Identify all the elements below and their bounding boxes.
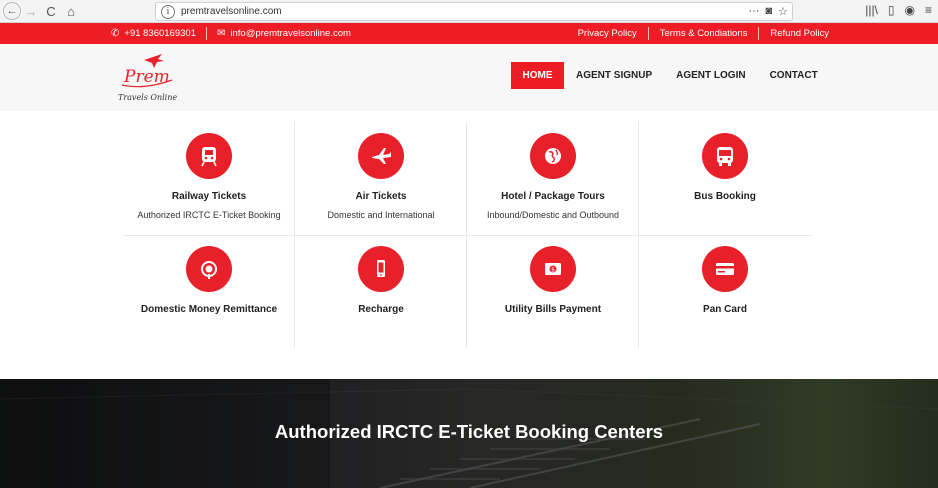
nav-agent-signup[interactable]: AGENT SIGNUP — [564, 62, 664, 89]
svg-text:$: $ — [551, 267, 555, 274]
service-subtitle: Domestic and International — [327, 210, 435, 220]
main-nav: HOME AGENT SIGNUP AGENT LOGIN CONTACT — [511, 62, 830, 89]
service-title: Railway Tickets — [171, 191, 247, 202]
banner-title: Authorized IRCTC E-Ticket Booking Center… — [274, 421, 664, 442]
bookmark-star-icon[interactable]: ☆ — [778, 5, 788, 18]
nav-contact[interactable]: CONTACT — [758, 62, 830, 89]
mail-icon: ✉ — [216, 28, 226, 39]
service-subtitle: Authorized IRCTC E-Ticket Booking — [137, 210, 281, 220]
pocket-icon[interactable]: ◙ — [765, 5, 772, 18]
service-bus-booking[interactable]: Bus Booking — [639, 122, 811, 235]
service-air-tickets[interactable]: Air Tickets Domestic and International — [295, 122, 467, 235]
url-text[interactable]: premtravelsonline.com — [181, 6, 282, 17]
address-bar[interactable]: i premtravelsonline.com ··· ◙ ☆ — [155, 2, 793, 21]
hero-banner: Authorized IRCTC E-Ticket Booking Center… — [0, 379, 938, 488]
refund-policy-link[interactable]: Refund Policy — [770, 28, 829, 39]
service-title: Bus Booking — [694, 191, 756, 202]
nav-agent-login[interactable]: AGENT LOGIN — [664, 62, 757, 89]
sidebar-icon[interactable]: ▯ — [888, 3, 895, 17]
email-address[interactable]: info@premtravelsonline.com — [230, 28, 351, 39]
account-icon[interactable]: ◉ — [905, 3, 915, 17]
service-subtitle: Inbound/Domestic and Outbound — [486, 210, 620, 220]
reload-icon[interactable]: C — [41, 1, 61, 21]
service-railway-tickets[interactable]: Railway Tickets Authorized IRCTC E-Ticke… — [123, 122, 295, 235]
service-recharge[interactable]: Recharge — [295, 235, 467, 348]
phone-number[interactable]: +91 8360169301 — [124, 28, 196, 39]
menu-icon[interactable]: ≡ — [925, 3, 932, 17]
services-grid: Railway Tickets Authorized IRCTC E-Ticke… — [123, 122, 812, 348]
top-contact-bar: ✆ +91 8360169301 ✉ info@premtravelsonlin… — [0, 23, 938, 44]
terms-link[interactable]: Terms & Condiations — [660, 28, 748, 39]
svg-text:Prem: Prem — [123, 67, 170, 87]
info-icon[interactable]: i — [161, 4, 175, 19]
more-actions-icon[interactable]: ··· — [748, 5, 759, 18]
service-title: Pan Card — [703, 304, 747, 315]
nav-home[interactable]: HOME — [511, 62, 564, 89]
forward-icon[interactable]: → — [21, 1, 41, 21]
back-icon[interactable]: ← — [3, 2, 21, 20]
service-money-remittance[interactable]: Domestic Money Remittance — [123, 235, 295, 348]
service-title: Recharge — [358, 304, 404, 315]
service-pan-card[interactable]: Pan Card — [639, 235, 811, 348]
service-hotel-package-tours[interactable]: Hotel / Package Tours Inbound/Domestic a… — [467, 122, 639, 235]
browser-toolbar: ← → C ⌂ i premtravelsonline.com ··· ◙ ☆ … — [0, 0, 938, 23]
service-title: Utility Bills Payment — [504, 304, 602, 315]
service-title: Hotel / Package Tours — [501, 191, 605, 202]
svg-text:Travels Online: Travels Online — [118, 93, 177, 102]
service-title: Air Tickets — [355, 191, 407, 202]
plane-icon — [358, 133, 404, 179]
library-icon[interactable]: |||\ — [865, 3, 878, 17]
banknote-icon: $ — [530, 246, 576, 292]
mobile-phone-icon — [358, 246, 404, 292]
bus-icon — [702, 133, 748, 179]
money-bag-icon — [186, 246, 232, 292]
train-icon — [186, 133, 232, 179]
home-icon[interactable]: ⌂ — [61, 1, 81, 21]
card-icon — [702, 246, 748, 292]
service-utility-bills[interactable]: $ Utility Bills Payment — [467, 235, 639, 348]
globe-icon — [530, 133, 576, 179]
service-title: Domestic Money Remittance — [140, 304, 278, 315]
phone-icon: ✆ — [111, 28, 120, 39]
privacy-policy-link[interactable]: Privacy Policy — [578, 28, 637, 39]
site-logo[interactable]: Prem Travels Online — [114, 52, 186, 108]
site-header: Prem Travels Online HOME AGENT SIGNUP AG… — [0, 44, 938, 111]
